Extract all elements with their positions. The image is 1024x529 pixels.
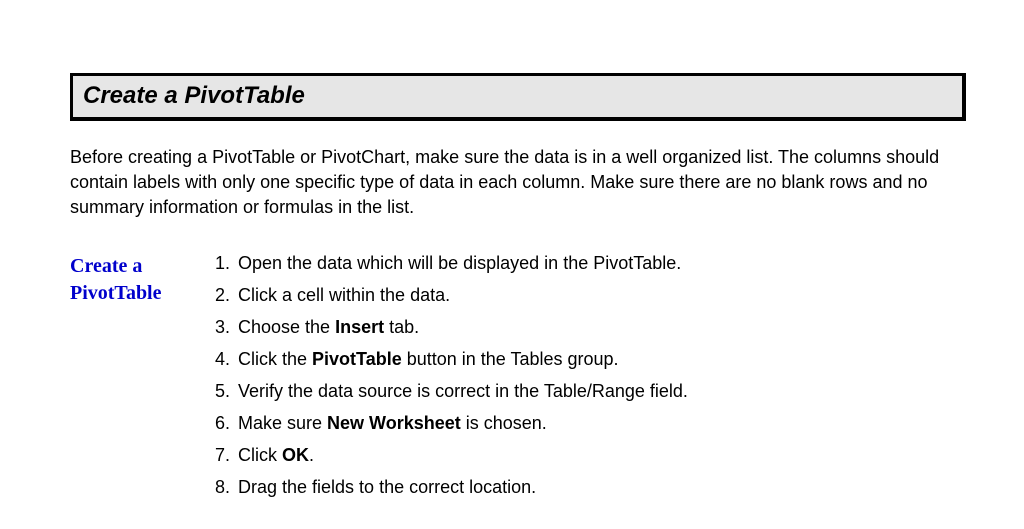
step-number: 7. [208,445,238,466]
section-heading-box: Create a PivotTable [70,73,966,121]
step-number: 4. [208,349,238,370]
step-item: 2. Click a cell within the data. [208,285,966,306]
step-item: 5. Verify the data source is correct in … [208,381,966,402]
step-text: Verify the data source is correct in the… [238,381,966,402]
step-text: Click the PivotTable button in the Table… [238,349,966,370]
steps-list: 1. Open the data which will be displayed… [200,253,966,509]
step-text: Choose the Insert tab. [238,317,966,338]
step-text: Drag the fields to the correct location. [238,477,966,498]
step-item: 6. Make sure New Worksheet is chosen. [208,413,966,434]
sidebar-label-line1: Create a [70,255,142,277]
step-number: 5. [208,381,238,402]
step-number: 3. [208,317,238,338]
intro-paragraph: Before creating a PivotTable or PivotCha… [70,145,966,221]
sidebar-label: Create a PivotTable [70,253,200,307]
step-item: 3. Choose the Insert tab. [208,317,966,338]
section-heading: Create a PivotTable [83,82,952,110]
step-number: 1. [208,253,238,274]
step-item: 8. Drag the fields to the correct locati… [208,477,966,498]
step-number: 6. [208,413,238,434]
step-item: 1. Open the data which will be displayed… [208,253,966,274]
step-item: 4. Click the PivotTable button in the Ta… [208,349,966,370]
step-item: 7. Click OK. [208,445,966,466]
step-text: Click a cell within the data. [238,285,966,306]
step-number: 2. [208,285,238,306]
sidebar-label-line2: PivotTable [70,282,162,304]
step-number: 8. [208,477,238,498]
step-text: Open the data which will be displayed in… [238,253,966,274]
step-text: Make sure New Worksheet is chosen. [238,413,966,434]
step-text: Click OK. [238,445,966,466]
content-row: Create a PivotTable 1. Open the data whi… [70,253,966,509]
